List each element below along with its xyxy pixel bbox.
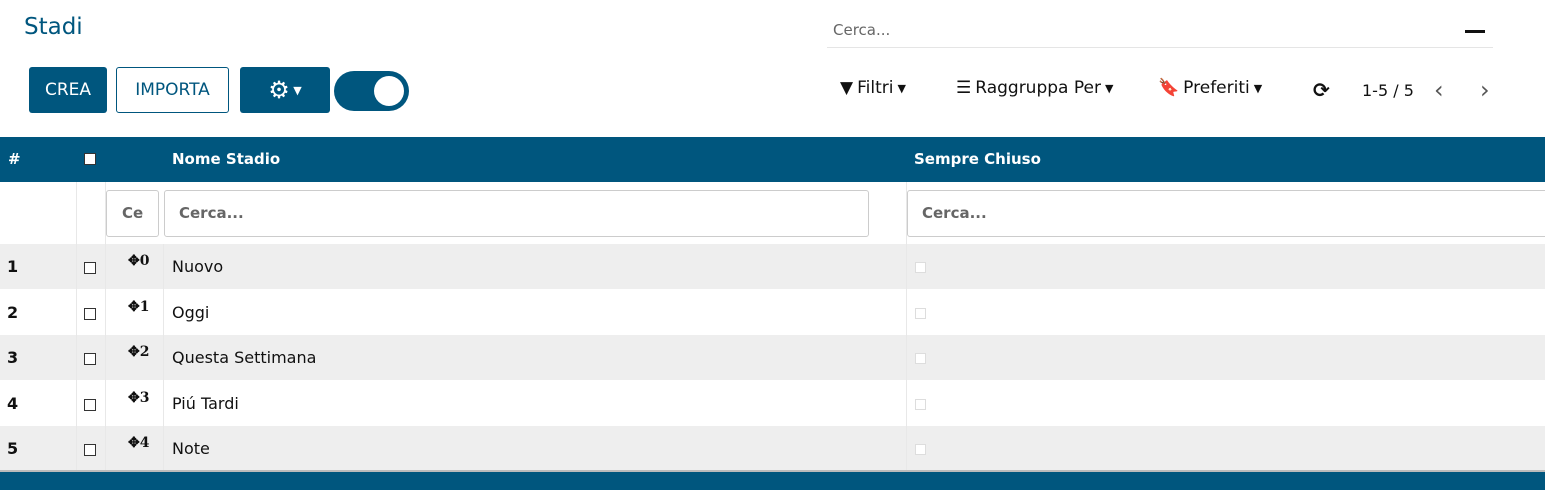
drag-handle[interactable]: ✥2 bbox=[128, 344, 149, 360]
chevron-left-icon[interactable]: ‹ bbox=[1434, 76, 1444, 104]
header-name[interactable]: Nome Stadio bbox=[172, 150, 280, 168]
row-number: 3 bbox=[7, 348, 19, 367]
always-closed-checkbox bbox=[915, 353, 926, 364]
select-all-checkbox[interactable] bbox=[84, 153, 96, 165]
settings-dropdown-button[interactable]: ⚙ ▼ bbox=[240, 67, 330, 113]
drag-handle[interactable]: ✥3 bbox=[128, 390, 149, 406]
stage-name: Note bbox=[172, 439, 210, 458]
table-row[interactable]: 2 ✥1 Oggi bbox=[0, 290, 1545, 335]
sequence: 1 bbox=[139, 298, 150, 315]
row-checkbox[interactable] bbox=[84, 262, 96, 274]
row-number: 5 bbox=[7, 439, 19, 458]
row-number: 4 bbox=[7, 393, 19, 413]
stage-name: Piú Tardi bbox=[172, 393, 239, 413]
always-closed-checkbox bbox=[915, 262, 926, 273]
sequence: 3 bbox=[139, 389, 150, 406]
sequence: 4 bbox=[139, 435, 150, 451]
toggle-switch[interactable] bbox=[334, 71, 409, 111]
row-number: 2 bbox=[7, 302, 19, 322]
bookmark-icon: 🔖 bbox=[1158, 78, 1180, 98]
drag-handle[interactable]: ✥4 bbox=[128, 435, 149, 451]
stage-name: Questa Settimana bbox=[172, 348, 317, 367]
drag-handle[interactable]: ✥1 bbox=[128, 299, 149, 315]
stage-name: Nuovo bbox=[172, 257, 224, 276]
caret-down-icon: ▼ bbox=[289, 83, 302, 97]
refresh-icon[interactable]: ⟳ bbox=[1313, 78, 1330, 102]
move-icon: ✥ bbox=[128, 389, 140, 406]
move-icon: ✥ bbox=[128, 253, 140, 269]
search-input[interactable]: Cerca... bbox=[827, 14, 1493, 48]
group-by-dropdown[interactable]: ☰ Raggruppa Per ▼ bbox=[956, 78, 1113, 98]
filter-row: Ce Cerca... Cerca... bbox=[0, 182, 1545, 244]
favorites-dropdown[interactable]: 🔖 Preferiti ▼ bbox=[1158, 78, 1262, 98]
sequence: 2 bbox=[139, 344, 150, 360]
sequence: 0 bbox=[139, 253, 150, 269]
table-row[interactable]: 5 ✥4 Note bbox=[0, 426, 1545, 471]
filters-label: Filtri bbox=[857, 78, 894, 98]
move-icon: ✥ bbox=[128, 435, 140, 451]
drag-handle[interactable]: ✥0 bbox=[128, 253, 149, 269]
create-button[interactable]: CREA bbox=[29, 67, 107, 113]
move-icon: ✥ bbox=[128, 344, 140, 360]
page-title: Stadi bbox=[24, 14, 83, 40]
always-closed-checkbox bbox=[915, 307, 926, 319]
row-number: 1 bbox=[7, 257, 19, 276]
table-row[interactable]: 4 ✥3 Piú Tardi bbox=[0, 381, 1545, 426]
header-num: # bbox=[8, 150, 21, 168]
always-closed-checkbox bbox=[915, 398, 926, 410]
move-icon: ✥ bbox=[128, 298, 140, 315]
sequence-filter-input[interactable]: Ce bbox=[106, 190, 159, 237]
minus-icon[interactable] bbox=[1465, 30, 1485, 33]
stage-name: Oggi bbox=[172, 302, 210, 322]
table-row[interactable]: 3 ✥2 Questa Settimana bbox=[0, 335, 1545, 380]
row-checkbox[interactable] bbox=[84, 307, 96, 320]
chevron-right-icon[interactable]: › bbox=[1480, 76, 1490, 104]
caret-down-icon: ▼ bbox=[1253, 81, 1263, 95]
table-footer bbox=[0, 470, 1545, 490]
closed-filter-input[interactable]: Cerca... bbox=[907, 190, 1545, 237]
name-filter-input[interactable]: Cerca... bbox=[164, 190, 869, 237]
filter-icon: ▼ bbox=[840, 78, 854, 98]
pager-value: 1-5 / 5 bbox=[1362, 81, 1414, 100]
search-placeholder: Cerca... bbox=[833, 21, 891, 39]
filters-dropdown[interactable]: ▼ Filtri ▼ bbox=[840, 78, 906, 98]
table-row[interactable]: 1 ✥0 Nuovo bbox=[0, 244, 1545, 289]
gear-icon: ⚙ bbox=[268, 76, 290, 104]
caret-down-icon: ▼ bbox=[1104, 81, 1114, 95]
row-checkbox[interactable] bbox=[84, 398, 96, 411]
favorites-label: Preferiti bbox=[1183, 78, 1250, 98]
header-closed[interactable]: Sempre Chiuso bbox=[914, 150, 1041, 168]
always-closed-checkbox bbox=[915, 444, 926, 455]
caret-down-icon: ▼ bbox=[897, 81, 906, 95]
row-checkbox[interactable] bbox=[84, 444, 96, 456]
row-checkbox[interactable] bbox=[84, 353, 96, 365]
group-by-label: Raggruppa Per bbox=[975, 78, 1101, 98]
list-icon: ☰ bbox=[956, 78, 972, 98]
import-button[interactable]: IMPORTA bbox=[116, 67, 229, 113]
table-header: # Nome Stadio Sempre Chiuso bbox=[0, 137, 1545, 182]
